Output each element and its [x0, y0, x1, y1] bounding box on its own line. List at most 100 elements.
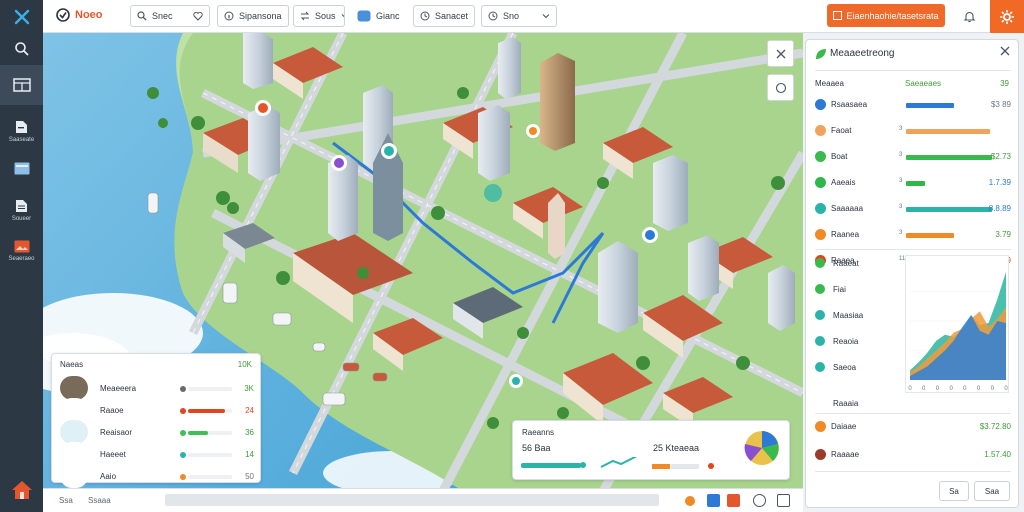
toolbar-button-4-label: Gianc: [376, 11, 400, 21]
legend-row-label: Meaeeera: [100, 384, 137, 393]
rail-file-label: Saaseate: [8, 136, 35, 143]
legend-progress: [188, 475, 232, 479]
rail-image-button[interactable]: Seaeraeo: [0, 234, 43, 268]
toolbar-button-3[interactable]: Sous: [293, 5, 345, 27]
metric-value: 3.79: [995, 230, 1011, 239]
camera-icon[interactable]: [777, 494, 790, 507]
toolbar-button-6[interactable]: Sno: [481, 5, 557, 27]
legend-row[interactable]: Aaio 50: [60, 464, 254, 490]
notification-button[interactable]: [959, 6, 979, 26]
chart-x-tick: 0: [977, 386, 981, 392]
footer-value: $3.72.80: [979, 422, 1011, 431]
metric-value: 1.7.39: [988, 178, 1011, 187]
toolbar-button-1[interactable]: Snec: [130, 5, 210, 27]
legend-dot: [180, 430, 186, 436]
panel-metric-row[interactable]: Saaaaaa 3 8.8.89: [815, 202, 1011, 216]
divider: [815, 70, 1011, 71]
metric-icon: [815, 229, 826, 240]
metric-count: 3: [899, 152, 903, 158]
bell-icon: [963, 11, 975, 22]
legend-row-value: 3K: [244, 384, 254, 393]
logo-icon: [56, 8, 70, 22]
toolbar-button-4[interactable]: Gianc: [351, 5, 408, 27]
metric-icon: [815, 203, 826, 214]
group-icon: [815, 258, 825, 268]
panel-metric-row[interactable]: Rsaasaea $3 89: [815, 98, 1011, 112]
route-summary-title: Raeanns: [522, 428, 555, 437]
rail-file-button[interactable]: Saaseate: [0, 114, 43, 148]
panel-header-mid: Saeaeaes: [905, 79, 942, 88]
doc-icon: [833, 11, 843, 20]
map-icon[interactable]: [707, 494, 720, 507]
group-icon: [815, 284, 825, 294]
map-locate-button[interactable]: [767, 74, 794, 101]
rail-doc-label: Soueer: [11, 215, 32, 222]
brand-name: Noeo: [75, 9, 103, 21]
panel-footer-row[interactable]: Daiaae $3.72.80: [815, 420, 1011, 434]
toolbar-button-5[interactable]: Sanacet: [413, 5, 475, 27]
panel-footer-row[interactable]: Raaaae 1.57.40: [815, 448, 1011, 462]
map-close-button[interactable]: [767, 40, 794, 67]
rail-card-button[interactable]: [0, 154, 43, 182]
metric-bar: [906, 155, 992, 160]
timeline-scrubber[interactable]: [165, 494, 659, 506]
metric-label: Saaaaaa: [831, 204, 864, 213]
legend-thumbnail: [60, 398, 88, 422]
area-chart-svg: 0 0 0 0 0 0 0 0: [908, 271, 1008, 392]
clock-icon[interactable]: [753, 494, 766, 507]
legend-progress: [188, 409, 232, 413]
legend-dot: [180, 474, 186, 480]
divider: [815, 413, 1011, 414]
toolbar-button-5-label: Sanacet: [435, 11, 469, 21]
timeline-label-a: Ssa: [59, 496, 73, 505]
panel-metric-row[interactable]: Boat 3 $2.73: [815, 150, 1011, 164]
primary-action-button[interactable]: Eiaenhaohie/tasetsrata: [827, 4, 945, 27]
panel-group-row[interactable]: Reaoia: [815, 334, 895, 348]
divider: [815, 471, 1011, 472]
toolbar-button-1-label: Snec: [152, 11, 173, 21]
route-summary-card: Raeanns 56 Baa 25 Kteaeaa: [512, 420, 790, 480]
legend-progress: [188, 431, 232, 435]
legend-row-value: 50: [245, 472, 254, 481]
left-rail: Saaseate Soueer Seaeraeo: [0, 0, 43, 512]
toolbar-button-2[interactable]: Sipansona: [217, 5, 289, 27]
chart-x-tick: 0: [922, 386, 926, 392]
divider: [815, 249, 1011, 250]
panel-metric-row[interactable]: Raanea 3 3.79: [815, 228, 1011, 242]
panel-header-left: Meaaea: [815, 79, 844, 88]
panel-group-row[interactable]: Fiai: [815, 282, 895, 296]
rail-close-button[interactable]: [0, 2, 43, 32]
rail-search-button[interactable]: [0, 34, 43, 64]
flag-icon[interactable]: [727, 494, 740, 507]
panel-close-icon[interactable]: [1000, 46, 1010, 56]
area-chart: 0 0 0 0 0 0 0 0: [905, 255, 1009, 393]
primary-action-label: Eiaenhaohie/tasetsrata: [846, 10, 939, 21]
panel-group-row[interactable]: Raaeat: [815, 256, 895, 270]
legend-row-value: 36: [245, 428, 254, 437]
city-map[interactable]: Naeas 10K Meaeeera 3K Raaoe 24 Reaisaor 36 Hae…: [43, 33, 803, 491]
rail-layout-button[interactable]: [0, 65, 43, 105]
panel-secondary-button[interactable]: Sa: [939, 481, 969, 501]
panel-group-row[interactable]: Saeoa: [815, 360, 895, 374]
info-icon: [224, 11, 234, 21]
footer-value: 1.57.40: [984, 450, 1011, 459]
share-icon[interactable]: [685, 496, 695, 506]
panel-metric-row[interactable]: Aaeais 3 1.7.39: [815, 176, 1011, 190]
rail-home-button[interactable]: [0, 474, 43, 506]
panel-title: Meaaeetreong: [830, 48, 895, 59]
route-summary-right: 25 Kteaeaa: [653, 443, 700, 453]
legend-row-label: Reaisaor: [100, 428, 133, 437]
settings-button[interactable]: [990, 0, 1024, 33]
timeline-bar: Ssa Ssaaa: [43, 488, 803, 512]
brand[interactable]: Noeo: [56, 8, 103, 22]
legend-thumbnail: [60, 464, 88, 488]
analytics-panel: Meaaeetreong Meaaea Saeaeaes 39 Rsaasaea…: [805, 39, 1019, 508]
footer-label: Daiaae: [831, 422, 857, 431]
group-icon: [815, 362, 825, 372]
panel-metric-row[interactable]: Faoat 3: [815, 124, 1011, 138]
close-icon: [776, 49, 785, 58]
route-summary-left: 56 Baa: [522, 443, 551, 453]
rail-doc-button[interactable]: Soueer: [0, 193, 43, 227]
panel-group-row[interactable]: Maasiaa: [815, 308, 895, 322]
panel-primary-button[interactable]: Saa: [974, 481, 1010, 501]
